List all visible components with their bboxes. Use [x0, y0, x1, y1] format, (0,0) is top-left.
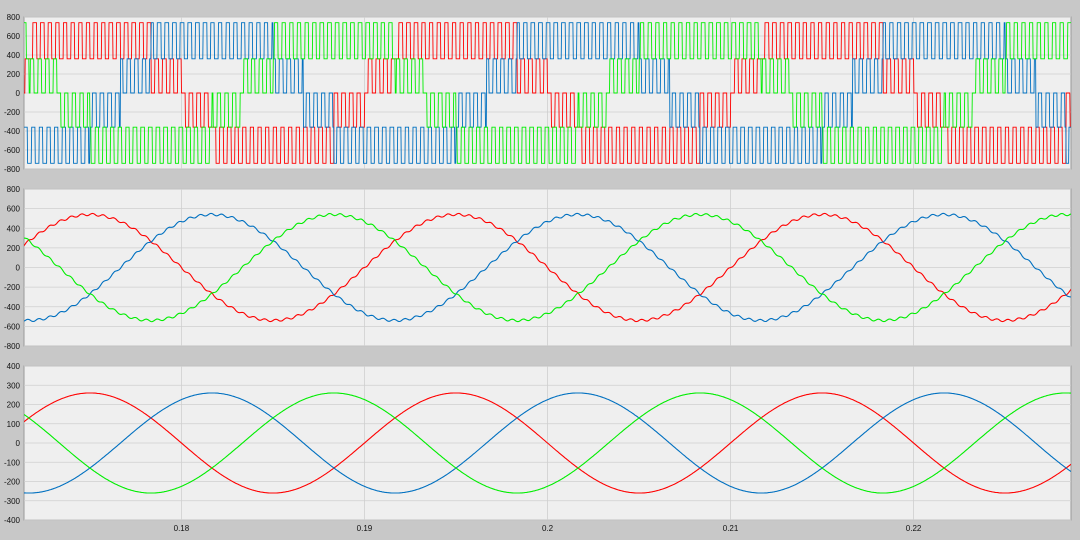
y-tick-label: 600 — [7, 32, 21, 41]
y-tick-label: -100 — [4, 458, 21, 467]
y-tick-label: -200 — [4, 108, 21, 117]
y-tick-label: -600 — [4, 146, 21, 155]
y-tick-label: -400 — [4, 516, 21, 525]
y-tick-label: -200 — [4, 283, 21, 292]
x-tick-label: 0.2 — [542, 524, 554, 533]
y-tick-label: 300 — [7, 381, 21, 390]
y-tick-label: -400 — [4, 127, 21, 136]
y-tick-label: 100 — [7, 420, 21, 429]
y-tick-label: -600 — [4, 322, 21, 331]
y-tick-label: 400 — [7, 224, 21, 233]
y-tick-label: 400 — [7, 362, 21, 371]
scope-panel-1: -800 -600 -400 -200 0 200 400 600 800 — [4, 13, 1072, 174]
y-tick-label: 200 — [7, 244, 21, 253]
scope-panel-3: -400 -300 -200 -100 0 100 200 300 400 0.18 0.19 0.2… — [4, 362, 1072, 533]
y-tick-label: -800 — [4, 165, 21, 174]
y-tick-label: -300 — [4, 497, 21, 506]
y-tick-label: 0 — [16, 264, 21, 273]
y-tick-label: 200 — [7, 70, 21, 79]
x-tick-label: 0.18 — [174, 524, 190, 533]
y-tick-label: 400 — [7, 51, 21, 60]
x-tick-label: 0.22 — [906, 524, 922, 533]
scope-panel-2: -800 -600 -400 -200 0 200 400 600 800 — [4, 185, 1072, 351]
y-tick-label: 0 — [16, 439, 21, 448]
y-tick-label: 800 — [7, 13, 21, 22]
y-tick-label: -200 — [4, 478, 21, 487]
y-tick-label: 0 — [16, 89, 21, 98]
y-tick-label: 600 — [7, 205, 21, 214]
y-tick-label: -400 — [4, 303, 21, 312]
scope-window: -800 -600 -400 -200 0 200 400 600 800 -800 -600 -40… — [4, 13, 1072, 533]
y-tick-label: 200 — [7, 401, 21, 410]
x-tick-label: 0.19 — [357, 524, 373, 533]
y-tick-label: 800 — [7, 185, 21, 194]
x-tick-label: 0.21 — [723, 524, 739, 533]
y-tick-label: -800 — [4, 342, 21, 351]
